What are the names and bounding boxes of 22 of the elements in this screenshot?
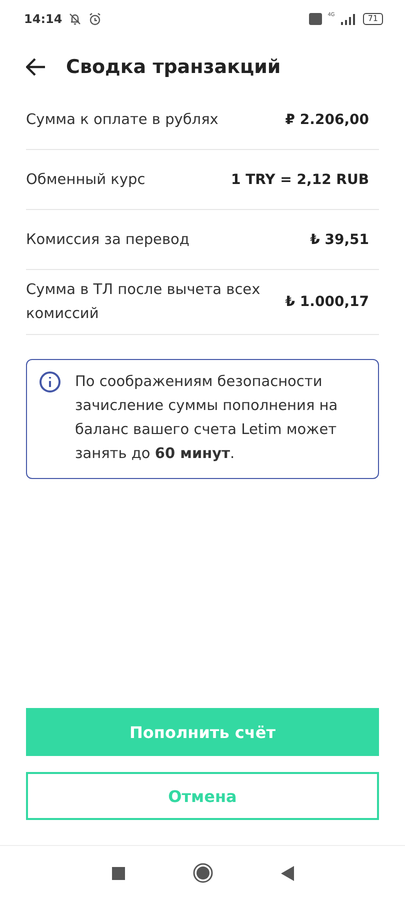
bell-off-icon [68, 12, 82, 26]
row-label: Сумма к оплате в рублях [26, 110, 218, 130]
back-arrow-icon[interactable] [26, 58, 46, 76]
page-title: Сводка транзакций [66, 56, 281, 78]
battery-level: 71 [362, 13, 383, 25]
top-up-button[interactable]: Пополнить счёт [26, 708, 379, 756]
row-value: ₺ 39,51 [310, 232, 370, 248]
row-value: ₽ 2.206,00 [285, 112, 370, 128]
notice-text: По соображениям безопасности зачисление суммы пополнения на баланс вашего счета Letim может занять до 60 минут. [75, 373, 339, 464]
info-icon [39, 371, 61, 393]
row-label: Обменный курс [26, 170, 146, 190]
home-icon[interactable] [192, 863, 212, 883]
cancel-button[interactable]: Отмена [26, 772, 379, 820]
row-value: 1 TRY = 2,12 RUB [230, 172, 370, 188]
recents-icon[interactable] [112, 866, 124, 880]
alarm-icon [88, 12, 102, 26]
back-icon[interactable] [280, 866, 294, 880]
row-label: Сумма в ТЛ после вычета всех комиссий [26, 281, 262, 324]
row-value: ₺ 1.000,17 [285, 294, 370, 310]
row-label: Комиссия за перевод [26, 230, 190, 250]
status-time: 14:14 [24, 12, 62, 26]
signal-icon [340, 14, 357, 24]
